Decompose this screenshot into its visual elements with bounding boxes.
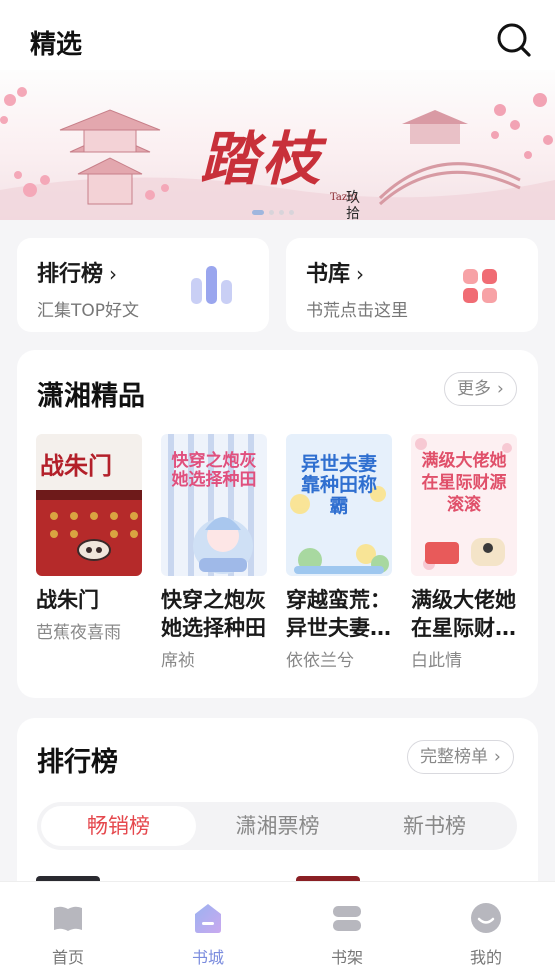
ranking-tabs: 畅销榜 潇湘票榜 新书榜 [37, 802, 517, 850]
book-cover[interactable]: 战朱门 [36, 434, 142, 576]
library-entry-subtitle: 书荒点击这里 [306, 301, 408, 321]
chevron-right-icon: › [494, 747, 501, 767]
book-cover-text: 快穿之炮灰她选择种田 [171, 451, 257, 490]
banner-mini-text: Tazhi [330, 192, 357, 203]
grid-icon [463, 269, 497, 303]
store-icon [195, 904, 221, 933]
nav-item-profile[interactable]: 我的 [446, 900, 526, 968]
nav-label: 首页 [51, 948, 84, 967]
ranking-section-title: 排行榜 [37, 747, 118, 778]
chevron-right-icon: › [109, 262, 118, 286]
book-title: 战朱门 [36, 588, 99, 612]
promo-banner[interactable]: 踏枝 Tazhi 玖拾陆 [0, 70, 555, 220]
book-author: 芭蕉夜喜雨 [36, 623, 121, 643]
book-title: 快穿之炮灰她选择种田 [161, 588, 266, 640]
banner-side-text: 玖拾陆 [346, 190, 360, 220]
ranking-entry-title: 排行榜 › [37, 256, 117, 288]
search-icon [497, 23, 531, 57]
search-button[interactable] [494, 20, 534, 60]
library-entry-title: 书库 › [306, 256, 364, 288]
tab-new-books[interactable]: 新书榜 [357, 806, 512, 846]
book-author: 白此情 [411, 651, 462, 671]
book-card[interactable]: 满级大佬她在星际财源滚滚 满级大佬她在星际财源滚滚 白此情 [411, 434, 519, 671]
book-cover-text: 战朱门 [40, 451, 112, 480]
full-list-button[interactable]: 完整榜单 › [407, 740, 514, 774]
ranking-entry-label: 排行榜 [37, 262, 104, 287]
bottom-navigation: 首页 书城 书架 我的 [0, 881, 555, 973]
library-entry-card[interactable]: 书库 › 书荒点击这里 [286, 238, 538, 332]
book-cover-text: 满级大佬她在星际财源滚滚 [421, 451, 507, 515]
book-cover[interactable]: 快穿之炮灰她选择种田 [161, 434, 267, 576]
tab-bestseller[interactable]: 畅销榜 [41, 806, 196, 846]
book-title: 穿越蛮荒：异世夫妻靠种田称霸 [286, 588, 391, 640]
nav-item-store[interactable]: 书城 [168, 900, 248, 968]
pagination-dot[interactable] [289, 209, 294, 215]
nav-label: 书架 [330, 948, 363, 967]
book-card[interactable]: 快穿之炮灰她选择种田 快穿之炮灰她选择种田 席祯 [161, 434, 269, 671]
ranking-entry-subtitle: 汇集TOP好文 [37, 301, 140, 321]
full-list-button-label: 完整榜单 [420, 747, 488, 767]
profile-icon [471, 903, 501, 933]
chevron-right-icon: › [497, 379, 504, 399]
book-cover[interactable]: 满级大佬她在星际财源滚滚 [411, 434, 517, 576]
book-card[interactable]: 异世夫妻靠种田称霸 穿越蛮荒：异世夫妻靠种田称霸 依依兰兮 [286, 434, 394, 671]
page-title: 精选 [30, 30, 83, 60]
tab-xiaoxiang-votes[interactable]: 潇湘票榜 [200, 806, 355, 846]
book-card[interactable]: 战朱门 战朱门 芭蕉夜喜雨 [36, 434, 144, 643]
pagination-dot[interactable] [269, 209, 274, 215]
ranking-entry-card[interactable]: 排行榜 › 汇集TOP好文 [17, 238, 269, 332]
featured-section: 潇湘精品 更多 › 战朱门 战朱门 芭蕉夜喜雨 快穿之炮灰她选择种田 快穿之炮灰… [17, 350, 538, 698]
top-header: 精选 [0, 0, 555, 80]
chevron-right-icon: › [356, 262, 365, 286]
nav-item-home[interactable]: 首页 [28, 900, 108, 968]
more-button[interactable]: 更多 › [444, 372, 517, 406]
nav-label: 我的 [469, 948, 502, 967]
featured-section-title: 潇湘精品 [37, 381, 145, 412]
book-title: 满级大佬她在星际财源滚滚 [411, 588, 516, 640]
more-button-label: 更多 [457, 379, 491, 399]
pagination-dot[interactable] [279, 209, 284, 215]
book-author: 依依兰兮 [286, 651, 354, 671]
nav-label: 书城 [191, 948, 224, 967]
book-cover[interactable]: 异世夫妻靠种田称霸 [286, 434, 392, 576]
book-cover-text: 异世夫妻靠种田称霸 [300, 453, 377, 517]
book-open-icon [54, 906, 82, 931]
bar-chart-icon [191, 266, 232, 304]
banner-pagination [252, 209, 294, 215]
book-author: 席祯 [161, 651, 195, 671]
banner-title: 踏枝 [200, 125, 325, 193]
bookshelf-icon [333, 906, 361, 931]
pagination-dot[interactable] [252, 209, 264, 215]
library-entry-label: 书库 [306, 262, 351, 287]
nav-item-bookshelf[interactable]: 书架 [307, 900, 387, 968]
